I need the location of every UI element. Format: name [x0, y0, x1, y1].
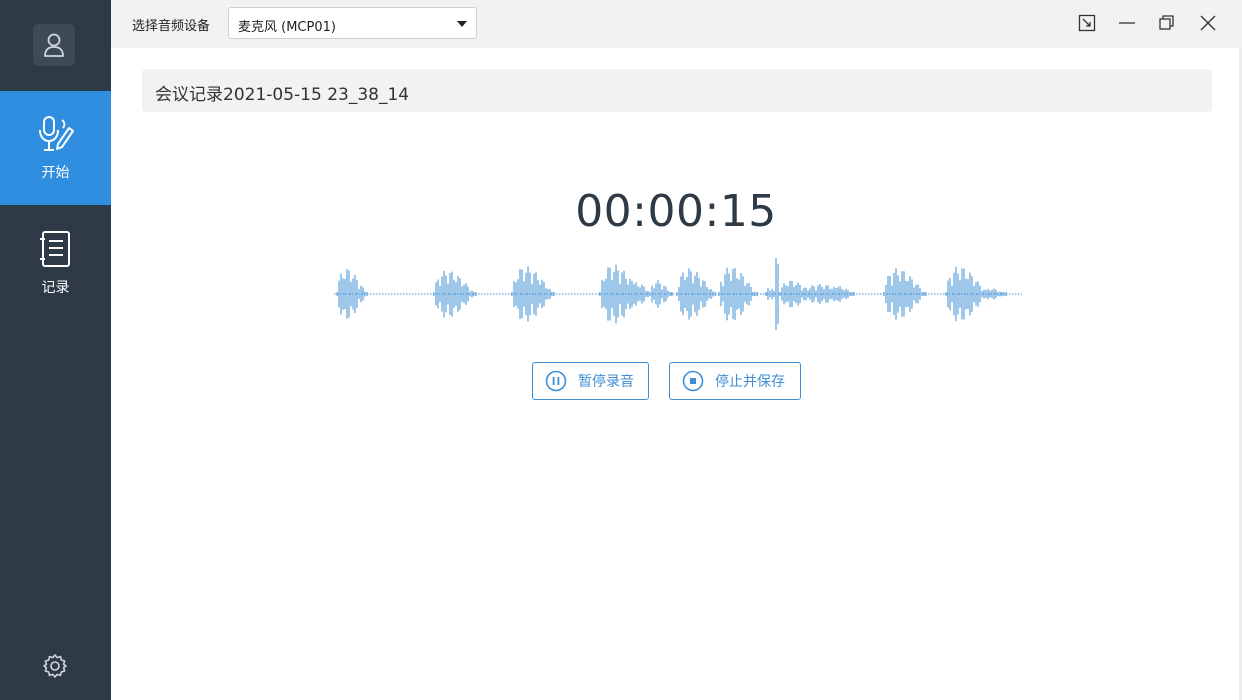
sidebar-item-label: 开始: [41, 165, 70, 181]
minimize-button[interactable]: [1114, 10, 1140, 36]
sidebar-item-label: 记录: [41, 280, 70, 296]
pause-recording-button[interactable]: 暂停录音: [532, 362, 649, 400]
minimize-icon: [1119, 22, 1135, 24]
device-label: 选择音频设备: [132, 19, 211, 34]
user-profile-button[interactable]: [33, 24, 75, 66]
audio-device-select[interactable]: 麦克风 (MCP01): [228, 7, 477, 39]
audio-device-value: 麦克风 (MCP01): [238, 20, 336, 35]
gear-icon: [43, 654, 67, 678]
stop-icon: [682, 370, 704, 392]
close-icon: [1200, 15, 1216, 31]
microphone-pen-icon: [38, 116, 74, 151]
settings-button[interactable]: [40, 651, 70, 681]
notebook-icon: [39, 231, 70, 267]
restore-icon: [1159, 15, 1174, 30]
compact-mode-button[interactable]: [1074, 10, 1100, 36]
pause-recording-label: 暂停录音: [578, 374, 634, 390]
stop-and-save-button[interactable]: 停止并保存: [669, 362, 801, 400]
sidebar-item-start[interactable]: 开始: [0, 91, 111, 205]
audio-waveform: [334, 258, 1022, 330]
recording-title-field[interactable]: 会议记录2021-05-15 23_38_14: [142, 69, 1212, 112]
sidebar-item-records[interactable]: 记录: [0, 206, 111, 320]
restore-button[interactable]: [1154, 10, 1180, 36]
sidebar: 开始 记录: [0, 0, 111, 700]
recording-timer: 00:00:15: [575, 186, 777, 237]
pause-icon: [545, 370, 567, 392]
stop-and-save-label: 停止并保存: [715, 374, 785, 390]
recording-title: 会议记录2021-05-15 23_38_14: [155, 85, 410, 105]
compact-window-icon: [1078, 14, 1096, 32]
close-button[interactable]: [1195, 10, 1221, 36]
chevron-down-icon: [457, 21, 467, 27]
user-icon: [44, 33, 64, 57]
top-bar: 选择音频设备 麦克风 (MCP01): [111, 0, 1242, 48]
